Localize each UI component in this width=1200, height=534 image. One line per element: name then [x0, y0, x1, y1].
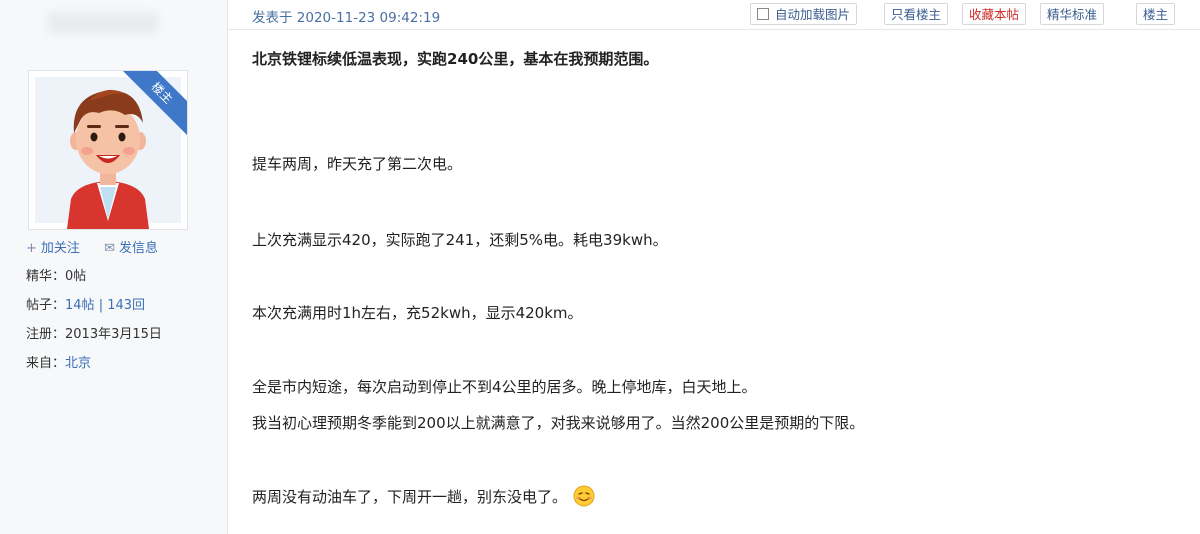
location-link[interactable]: 北京 [65, 356, 91, 371]
message-button[interactable]: ✉ 发信息 [104, 241, 168, 256]
post-paragraph: 上次充满显示420，实际跑了241，还剩5%电。耗电39kwh。 [252, 231, 668, 249]
post-paragraph: 全是市内短途，每次启动到停止不到4公里的居多。晚上停地库，白天地上。 [252, 378, 757, 396]
author-sidebar: 楼主 + 加关注 ✉ 发信息 精华：0帖 帖子：14帖 | 143回 注册：2013… [0, 0, 228, 534]
replies-link[interactable]: 143回 [107, 298, 145, 313]
checkbox-icon[interactable] [757, 8, 769, 20]
auto-load-images-checkbox[interactable]: 自动加载图片 [750, 3, 858, 25]
avatar[interactable]: 楼主 [28, 70, 188, 230]
location: 来自：北京 [26, 356, 92, 371]
topics-link[interactable]: 14帖 [65, 298, 95, 313]
follow-button[interactable]: + 加关注 [26, 241, 90, 256]
author-actions: + 加关注 ✉ 发信息 [26, 237, 178, 256]
floor-label-button[interactable]: 楼主 [1136, 3, 1176, 25]
post-title: 北京铁锂标续低温表现，实跑240公里，基本在我预期范围。 [252, 50, 659, 68]
essence-count: 精华：0帖 [26, 269, 87, 284]
favorite-button[interactable]: 收藏本帖 [962, 3, 1027, 25]
post-last-line: 两周没有动油车了，下周开一趟，别东没电了。 [252, 485, 595, 507]
message-icon: ✉ [104, 241, 115, 256]
post-paragraph: 两周没有动油车了，下周开一趟，别东没电了。 [252, 488, 568, 506]
post-toolbar: 发表于 2020-11-23 09:42:19 自动加载图片 只看楼主 收藏本帖… [228, 0, 1200, 30]
plus-icon: + [26, 241, 37, 256]
essence-rules-button[interactable]: 精华标准 [1040, 3, 1105, 25]
post-paragraph: 我当初心理预期冬季能到200以上就满意了，对我来说够用了。当然200公里是预期的… [252, 414, 865, 432]
smiley-emoji-icon [573, 485, 595, 507]
post-count: 帖子：14帖 | 143回 [26, 298, 146, 313]
username-blurred [48, 12, 158, 34]
only-op-button[interactable]: 只看楼主 [884, 3, 949, 25]
post-paragraph: 本次充满用时1h左右，充52kwh，显示420km。 [252, 304, 583, 322]
register-date: 注册：2013年3月15日 [26, 327, 162, 342]
post-timestamp: 发表于 2020-11-23 09:42:19 [252, 10, 441, 26]
post-paragraph: 提车两周，昨天充了第二次电。 [252, 155, 463, 173]
